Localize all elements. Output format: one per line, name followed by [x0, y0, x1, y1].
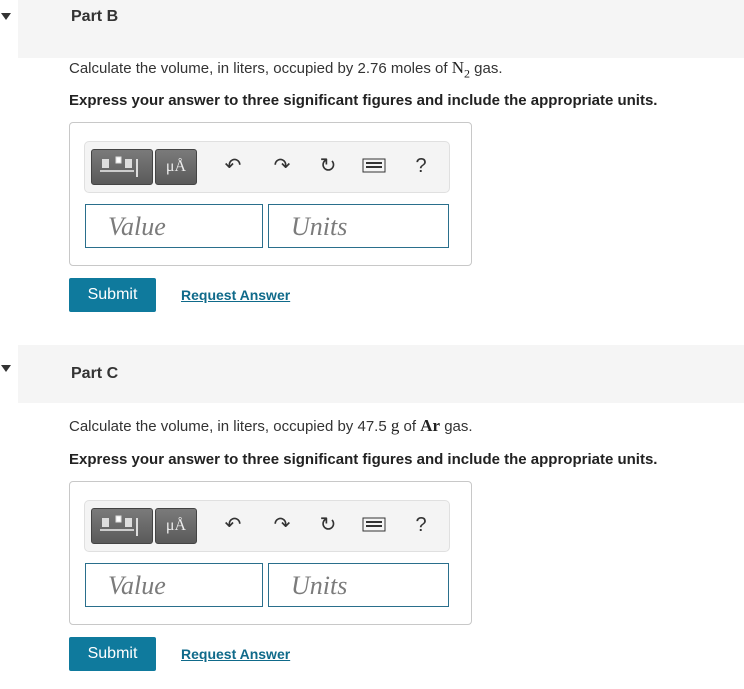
part-b-question: Calculate the volume, in liters, occupie… — [69, 58, 503, 81]
units-input[interactable]: Units — [268, 204, 449, 248]
templates-icon — [100, 156, 138, 177]
redo-icon[interactable]: ↷ — [269, 152, 295, 180]
collapse-caret-icon[interactable] — [1, 13, 11, 20]
value-input[interactable]: Value — [85, 563, 263, 607]
collapse-caret-icon[interactable] — [1, 365, 11, 372]
math-toolbar: μÅ ↶ ↷ ↻ ? — [84, 141, 450, 193]
formula-n2: N2 — [451, 58, 470, 81]
units-button[interactable]: μÅ — [155, 149, 197, 185]
part-c-title: Part C — [71, 365, 119, 382]
part-c-instruction: Express your answer to three significant… — [69, 451, 658, 468]
units-button[interactable]: μÅ — [155, 508, 197, 544]
redo-icon[interactable]: ↷ — [269, 511, 295, 539]
part-b-title: Part B — [71, 8, 119, 25]
keyboard-icon[interactable] — [361, 152, 387, 180]
keyboard-icon[interactable] — [361, 511, 387, 539]
submit-button[interactable]: Submit — [69, 278, 156, 312]
part-c-question: Calculate the volume, in liters, occupie… — [69, 416, 473, 435]
part-c-answer-box: μÅ ↶ ↷ ↻ ? Value Units — [69, 481, 472, 625]
submit-button[interactable]: Submit — [69, 637, 156, 671]
part-b-header[interactable]: Part B — [1, 0, 744, 58]
undo-icon[interactable]: ↶ — [220, 152, 246, 180]
help-icon[interactable]: ? — [408, 511, 434, 539]
help-icon[interactable]: ? — [408, 152, 434, 180]
part-b-section: Part B Calculate the volume, in liters, … — [0, 0, 744, 345]
math-toolbar: μÅ ↶ ↷ ↻ ? — [84, 500, 450, 552]
reset-icon[interactable]: ↻ — [315, 511, 341, 539]
request-answer-link[interactable]: Request Answer — [181, 287, 290, 303]
templates-button[interactable] — [91, 149, 153, 185]
part-b-instruction: Express your answer to three significant… — [69, 92, 658, 109]
part-c-header[interactable]: Part C — [1, 345, 744, 403]
part-c-section: Part C Calculate the volume, in liters, … — [0, 345, 744, 689]
value-input[interactable]: Value — [85, 204, 263, 248]
reset-icon[interactable]: ↻ — [315, 152, 341, 180]
request-answer-link[interactable]: Request Answer — [181, 646, 290, 662]
templates-button[interactable] — [91, 508, 153, 544]
part-b-answer-box: μÅ ↶ ↷ ↻ ? Value Units — [69, 122, 472, 266]
templates-icon — [100, 515, 138, 536]
units-input[interactable]: Units — [268, 563, 449, 607]
undo-icon[interactable]: ↶ — [220, 511, 246, 539]
